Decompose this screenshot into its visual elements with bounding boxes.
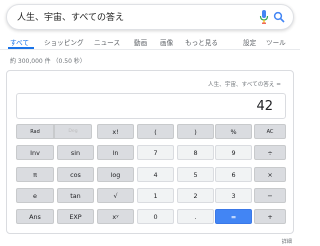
equals-button[interactable]: = [215, 209, 252, 224]
decimal-point-button[interactable]: . [177, 209, 214, 224]
calculator-result: 42 [256, 99, 273, 114]
search-box[interactable]: 人生、宇宙、すべての答え [6, 4, 294, 30]
digit-7-button[interactable]: 7 [137, 145, 174, 160]
search-input[interactable]: 人生、宇宙、すべての答え [17, 10, 124, 23]
digit-1-button[interactable]: 1 [137, 188, 174, 203]
digit-0-button[interactable]: 0 [137, 209, 174, 224]
sin-button[interactable]: sin [57, 145, 94, 160]
tabs-divider [0, 49, 300, 50]
divide-button[interactable]: ÷ [254, 145, 286, 160]
digit-2-button[interactable]: 2 [177, 188, 214, 203]
tab-shopping[interactable]: ショッピング [44, 37, 84, 47]
percent-button[interactable]: % [215, 124, 252, 139]
search-icon[interactable] [273, 11, 285, 23]
tab-news[interactable]: ニュース [94, 37, 120, 47]
tab-videos[interactable]: 動画 [134, 37, 147, 47]
digit-3-button[interactable]: 3 [215, 188, 252, 203]
all-clear-button[interactable]: AC [254, 124, 286, 139]
pi-button[interactable]: π [16, 167, 54, 182]
digit-8-button[interactable]: 8 [177, 145, 214, 160]
ans-button[interactable]: Ans [16, 209, 54, 224]
digit-5-button[interactable]: 5 [177, 167, 214, 182]
digit-6-button[interactable]: 6 [215, 167, 252, 182]
exp-button[interactable]: EXP [57, 209, 94, 224]
result-stats: 約 300,000 件 （0.50 秒） [10, 58, 86, 65]
search-tabs: すべて ショッピング ニュース 動画 画像 もっと見る 設定 ツール [0, 30, 300, 50]
inverse-button[interactable]: Inv [16, 145, 54, 160]
tab-more[interactable]: もっと見る [185, 37, 218, 47]
tab-images[interactable]: 画像 [160, 37, 173, 47]
ln-button[interactable]: ln [97, 145, 134, 160]
calculator-display: 42 [16, 93, 286, 119]
cos-button[interactable]: cos [57, 167, 94, 182]
deg-button[interactable]: Deg [54, 124, 92, 139]
more-info-link[interactable]: 詳細 [282, 238, 292, 245]
rad-button[interactable]: Rad [16, 124, 54, 139]
tab-tools[interactable]: ツール [266, 37, 286, 47]
digit-9-button[interactable]: 9 [215, 145, 252, 160]
calculator-expression: 人生、宇宙、すべての答え = [208, 82, 281, 88]
tab-settings[interactable]: 設定 [243, 37, 256, 47]
subtract-button[interactable]: − [254, 188, 286, 203]
open-paren-button[interactable]: ( [137, 124, 174, 139]
multiply-button[interactable]: × [254, 167, 286, 182]
factorial-button[interactable]: x! [97, 124, 134, 139]
e-button[interactable]: e [16, 188, 54, 203]
log-button[interactable]: log [97, 167, 134, 182]
close-paren-button[interactable]: ) [177, 124, 214, 139]
power-button[interactable]: xʸ [97, 209, 134, 224]
microphone-icon[interactable] [259, 10, 269, 24]
sqrt-button[interactable]: √ [97, 188, 134, 203]
calculator-keypad: Rad Deg x! ( ) % AC Inv sin ln 7 8 9 ÷ π… [16, 124, 286, 225]
tan-button[interactable]: tan [57, 188, 94, 203]
tab-all[interactable]: すべて [10, 37, 29, 47]
digit-4-button[interactable]: 4 [137, 167, 174, 182]
calculator-card: 人生、宇宙、すべての答え = 42 Rad Deg x! ( ) % AC In… [6, 70, 294, 234]
add-button[interactable]: + [254, 209, 286, 224]
